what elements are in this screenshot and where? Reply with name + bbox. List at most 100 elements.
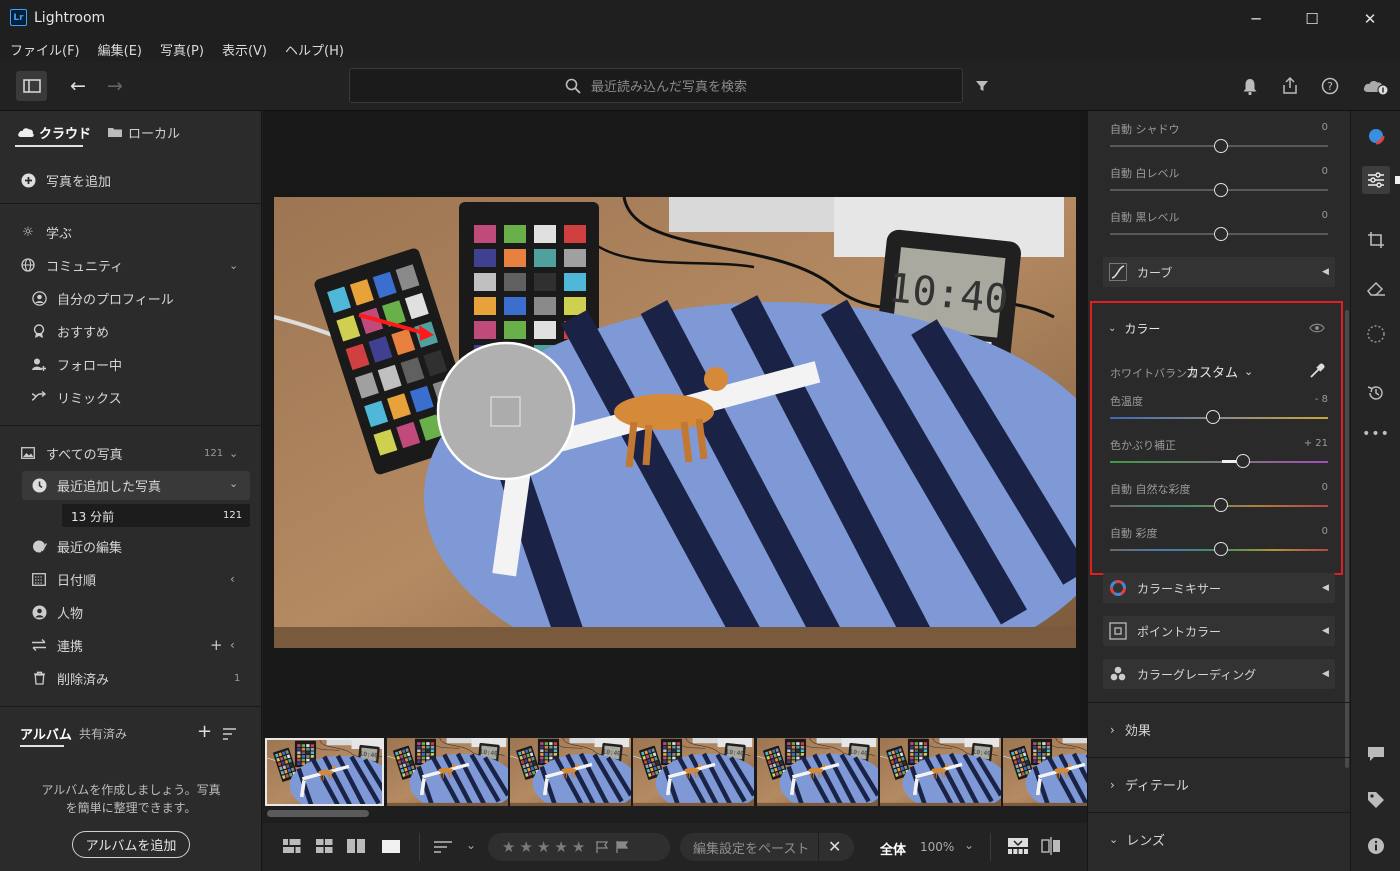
clear-icon[interactable]: ✕ (828, 837, 841, 856)
saturation-knob[interactable] (1214, 542, 1228, 556)
chevron-down-icon[interactable]: ⌄ (964, 838, 974, 852)
star-1-icon[interactable]: ★ (502, 838, 515, 856)
zoom-percent-button[interactable]: 100% (920, 840, 954, 854)
color-section-header[interactable]: ⌄ カラー (1108, 320, 1160, 337)
sidebar-item-recent-added[interactable]: 最近追加した写真 ⌄ (22, 471, 250, 500)
close-button[interactable]: ✕ (1342, 0, 1398, 37)
chevron-left-icon[interactable]: ‹ (230, 572, 235, 586)
sidebar-item-following[interactable]: フォロー中 (0, 350, 262, 378)
chevron-down-icon[interactable]: ⌄ (229, 259, 238, 272)
sidebar-item-recent-edits[interactable]: 最近の編集 (0, 532, 262, 560)
tab-albums[interactable]: アルバム (20, 724, 72, 743)
search-input[interactable]: 最近読み込んだ写真を検索 (349, 68, 963, 103)
menu-view[interactable]: 表示(V) (222, 40, 267, 59)
sidebar-item-community[interactable]: コミュニティ ⌄ (0, 251, 262, 279)
panel-toggle-button[interactable] (16, 71, 47, 101)
tint-knob[interactable] (1236, 454, 1250, 468)
filmstrip-thumb[interactable]: 10:40 (880, 738, 1001, 806)
loupe-view-icon[interactable] (382, 840, 400, 853)
menu-help[interactable]: ヘルプ(H) (285, 40, 344, 59)
more-options-icon[interactable]: ••• (1362, 420, 1390, 448)
star-4-icon[interactable]: ★ (554, 838, 567, 856)
chevron-down-icon[interactable]: ⌄ (229, 447, 238, 460)
lens-section-header[interactable]: ⌄ レンズ (1088, 812, 1350, 866)
sidebar-item-my-profile[interactable]: 自分のプロフィール (0, 284, 262, 312)
compare-view-icon[interactable] (347, 839, 365, 853)
forward-arrow-icon[interactable]: → (107, 75, 123, 97)
color-mixer-button[interactable]: カラーミキサー ◀ (1103, 573, 1335, 603)
sidebar-item-connections[interactable]: 連携 + ‹ (0, 631, 262, 659)
filmstrip-thumb[interactable]: 10:40 (1003, 738, 1087, 806)
color-grading-button[interactable]: カラーグレーディング ◀ (1103, 659, 1335, 689)
tab-cloud[interactable]: クラウド (17, 122, 91, 142)
sort-lines-icon[interactable] (433, 840, 453, 854)
filmstrip-toggle-icon[interactable] (1008, 838, 1028, 854)
edit-panel-scrollbar[interactable] (1345, 310, 1349, 768)
info-tool[interactable] (1362, 832, 1390, 860)
sidebar-item-all-photos[interactable]: すべての写真 121 ⌄ (0, 439, 262, 467)
add-photos-button[interactable]: 写真を追加 (0, 166, 262, 194)
sidebar-item-deleted[interactable]: 削除済み 1 (0, 664, 262, 692)
effects-section-header[interactable]: › 効果 (1088, 702, 1350, 756)
menu-file[interactable]: ファイル(F) (10, 40, 80, 59)
paste-settings-button[interactable]: 編集設定をペースト (693, 838, 809, 857)
healing-tool[interactable] (1362, 274, 1390, 302)
chevron-down-icon[interactable]: ⌄ (466, 838, 476, 852)
auto-shadows-knob[interactable] (1214, 139, 1228, 153)
presets-tool[interactable] (1362, 122, 1390, 150)
flag-pick-icon[interactable] (595, 840, 609, 854)
sidebar-item-recent-group[interactable]: 13 分前 121 (62, 504, 250, 527)
detail-section-header[interactable]: › ディテール (1088, 757, 1350, 811)
tab-shared[interactable]: 共有済み (79, 725, 127, 742)
add-album-button[interactable]: アルバムを追加 (72, 831, 190, 858)
auto-blacks-knob[interactable] (1214, 227, 1228, 241)
sidebar-item-learn[interactable]: ☼ 学ぶ (0, 218, 262, 246)
plus-icon[interactable]: + (210, 636, 223, 654)
filmstrip-thumb[interactable]: 10:40 (757, 738, 878, 806)
star-5-icon[interactable]: ★ (572, 838, 585, 856)
back-arrow-icon[interactable]: ← (70, 75, 86, 97)
menu-edit[interactable]: 編集(E) (98, 40, 142, 59)
before-after-icon[interactable] (1041, 837, 1061, 855)
add-album-icon[interactable]: + (197, 721, 212, 742)
chevron-left-icon[interactable]: ‹ (230, 638, 235, 652)
menu-photo[interactable]: 写真(P) (160, 40, 204, 59)
point-color-button[interactable]: ポイントカラー ◀ (1103, 616, 1335, 646)
tab-local[interactable]: ローカル (107, 122, 180, 142)
edit-tool[interactable] (1362, 166, 1390, 194)
filmstrip-scrollbar[interactable] (267, 810, 369, 817)
sort-icon[interactable] (222, 727, 238, 741)
temperature-knob[interactable] (1206, 410, 1220, 424)
bell-icon[interactable] (1242, 78, 1258, 96)
filmstrip-thumb[interactable]: 10:40 (265, 738, 384, 806)
sidebar-item-recommended[interactable]: おすすめ (0, 317, 262, 345)
share-icon[interactable] (1281, 77, 1299, 95)
star-2-icon[interactable]: ★ (519, 838, 532, 856)
sidebar-item-people[interactable]: 人物 (0, 598, 262, 626)
eyedropper-icon[interactable] (1308, 362, 1326, 380)
history-tool[interactable] (1362, 379, 1390, 407)
auto-whites-knob[interactable] (1214, 183, 1228, 197)
help-icon[interactable]: ? (1321, 77, 1339, 95)
filmstrip-thumb[interactable]: 10:40 (510, 738, 631, 806)
filter-icon[interactable] (975, 79, 989, 93)
vibrance-knob[interactable] (1214, 498, 1228, 512)
grid-small-icon[interactable] (283, 839, 301, 853)
chevron-down-icon[interactable]: ⌄ (229, 477, 238, 490)
zoom-fit-button[interactable]: 全体 (880, 839, 906, 858)
flag-reject-icon[interactable] (615, 840, 629, 854)
eye-icon[interactable] (1309, 322, 1325, 334)
filmstrip-thumb[interactable]: 10:40 (387, 738, 508, 806)
minimize-button[interactable]: ─ (1228, 0, 1284, 37)
masking-tool[interactable] (1362, 320, 1390, 348)
sidebar-item-by-date[interactable]: 日付順 ‹ (0, 565, 262, 593)
cloud-status-icon[interactable] (1362, 76, 1390, 96)
star-3-icon[interactable]: ★ (537, 838, 550, 856)
crop-tool[interactable] (1362, 226, 1390, 254)
white-balance-dropdown[interactable]: カスタム ⌄ (1186, 362, 1253, 381)
sidebar-item-remix[interactable]: リミックス (0, 383, 262, 411)
grid-square-icon[interactable] (316, 839, 333, 853)
maximize-button[interactable]: ☐ (1284, 0, 1340, 37)
filmstrip-thumb[interactable]: 10:40 (633, 738, 754, 806)
comments-tool[interactable] (1362, 740, 1390, 768)
